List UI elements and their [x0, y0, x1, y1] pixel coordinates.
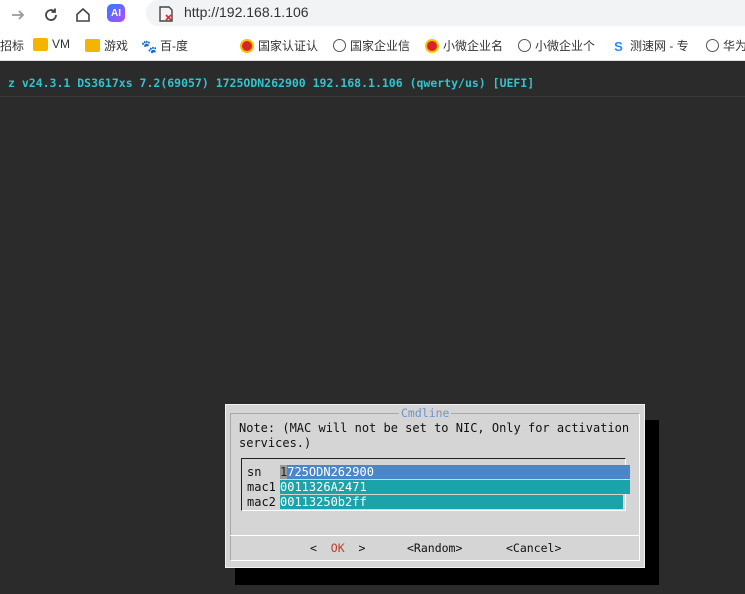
bookmarks-bar: 招标 VM 游戏 🐾 百-度 国家认证认 国家企业信 小微企业名 小微企业个 S… — [0, 30, 745, 61]
bookmark-label: 小微企业名 — [443, 39, 504, 53]
ok-label: OK — [330, 541, 345, 555]
bookmark-item[interactable]: 华为 — [706, 37, 745, 54]
ok-button[interactable]: < OK > — [310, 541, 365, 555]
browser-toolbar: AI http://192.168.1.106 — [0, 0, 745, 30]
dialog-note: Note: (MAC will not be set to NIC, Only … — [239, 421, 630, 450]
random-button[interactable]: <Random> — [407, 541, 462, 555]
bookmark-label: 国家企业信 — [350, 39, 411, 53]
home-icon[interactable] — [71, 3, 95, 27]
folder-icon — [33, 37, 48, 51]
url-text[interactable]: http://192.168.1.106 — [184, 4, 309, 20]
bookmark-label: VM — [52, 37, 70, 51]
folder-icon — [85, 39, 100, 52]
ai-extension-icon[interactable]: AI — [107, 4, 125, 22]
sn-value: 725ODN262900 — [287, 465, 374, 479]
terminal-header-text: z v24.3.1 DS3617xs 7.2(69057) 1725ODN262… — [8, 76, 535, 90]
bookmark-label: 百-度 — [160, 39, 188, 53]
bookmark-baidu[interactable]: 🐾 百-度 — [141, 37, 188, 54]
form-fields: sn 1725ODN262900 mac1 0011326A2471 mac2 … — [241, 458, 630, 511]
reload-icon[interactable] — [39, 3, 63, 27]
field-label: mac2 — [247, 495, 276, 509]
bookmark-item[interactable]: S 测速网 - 专 — [611, 37, 689, 54]
sn-input[interactable]: 1725ODN262900 — [280, 465, 630, 479]
forward-icon[interactable] — [6, 3, 30, 27]
bookmark-label: 小微企业个 — [535, 39, 596, 53]
bookmark-item[interactable]: 招标 — [0, 37, 24, 54]
paw-icon: 🐾 — [141, 39, 158, 54]
bookmark-label: 测速网 - 专 — [630, 39, 689, 53]
bookmark-label: 华为 — [723, 39, 745, 53]
terminal-header: z v24.3.1 DS3617xs 7.2(69057) 1725ODN262… — [0, 68, 745, 97]
field-label: mac1 — [247, 480, 276, 494]
globe-icon — [706, 39, 719, 52]
bookmark-label: 招标 — [0, 39, 25, 53]
cancel-button[interactable]: <Cancel> — [506, 541, 561, 555]
emblem-icon — [425, 38, 439, 53]
mac1-input[interactable]: 0011326A2471 — [280, 480, 630, 494]
bookmark-item[interactable]: 小微企业名 — [425, 37, 503, 54]
field-label: sn — [247, 465, 262, 479]
speed-icon: S — [614, 39, 623, 54]
bookmark-item[interactable]: 国家企业信 — [333, 37, 410, 54]
mac2-input[interactable]: 00113250b2ff — [280, 495, 623, 509]
bookmark-item[interactable]: 小微企业个 — [518, 37, 595, 54]
dialog-buttons: < OK > <Random> <Cancel> — [226, 541, 646, 557]
form-row-sn: sn 1725ODN262900 — [247, 465, 630, 479]
bookmark-folder-games[interactable]: 游戏 — [85, 37, 128, 54]
emblem-icon — [240, 38, 254, 53]
bookmark-label: 国家认证认 — [258, 39, 319, 53]
dialog-title: Cmdline — [399, 406, 452, 420]
bookmark-folder-vm[interactable]: VM — [33, 37, 70, 51]
cmdline-dialog: Cmdline Note: (MAC will not be set to NI… — [225, 404, 645, 568]
dialog-divider — [230, 535, 640, 536]
bookmark-label: 游戏 — [104, 39, 129, 53]
form-row-mac1: mac1 0011326A2471 — [247, 480, 630, 494]
globe-icon — [333, 39, 346, 52]
globe-icon — [518, 39, 531, 52]
form-row-mac2: mac2 00113250b2ff — [247, 495, 623, 509]
not-secure-icon[interactable] — [157, 5, 175, 23]
bookmark-item[interactable]: 国家认证认 — [240, 37, 318, 54]
